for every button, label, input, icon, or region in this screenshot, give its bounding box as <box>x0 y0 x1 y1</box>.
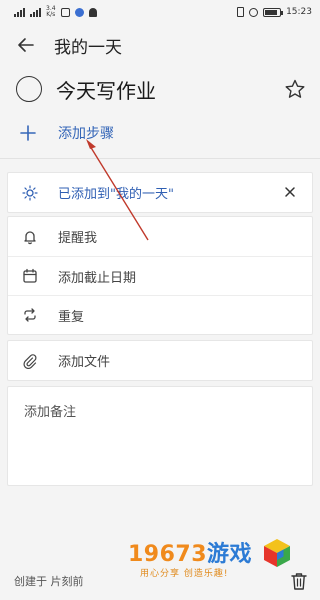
bottom-bar: 创建于 片刻前 <box>0 562 320 600</box>
complete-task-checkbox[interactable] <box>16 76 42 102</box>
repeat-row[interactable]: 重复 <box>8 295 312 334</box>
chat-notification-icon <box>88 7 97 17</box>
status-bar-right: 15:23 <box>237 7 312 17</box>
battery-icon <box>263 7 284 17</box>
remind-me-row[interactable]: 提醒我 <box>8 217 312 256</box>
due-date-label: 添加截止日期 <box>58 270 137 286</box>
browser-notification-icon <box>74 7 84 17</box>
network-speed-unit: K/s <box>46 11 56 18</box>
repeat-label: 重复 <box>58 309 85 325</box>
status-bar: 3.4 K/s 15:23 <box>0 0 320 24</box>
task-title[interactable]: 今天写作业 <box>56 75 156 104</box>
add-step-label: 添加步骤 <box>58 126 114 142</box>
remind-me-label: 提醒我 <box>58 231 98 246</box>
alarm-icon <box>249 7 259 17</box>
add-file-row[interactable]: 添加文件 <box>8 341 312 380</box>
add-file-label: 添加文件 <box>58 355 111 370</box>
sun-icon <box>22 184 38 201</box>
note-placeholder: 添加备注 <box>24 405 77 420</box>
back-button[interactable] <box>14 33 38 57</box>
signal-icon <box>14 7 25 17</box>
page-title: 我的一天 <box>54 37 122 58</box>
task-detail-screen: 3.4 K/s 15:23 我的一天 今天写作业 添加步骤 已添加到"我的一天"… <box>0 0 320 600</box>
plus-icon <box>20 125 36 141</box>
note-field[interactable]: 添加备注 <box>7 386 313 486</box>
network-speed: 3.4 K/s <box>46 6 56 18</box>
added-to-my-day-row[interactable]: 已添加到"我的一天" <box>8 173 312 212</box>
vibrate-icon <box>237 7 245 17</box>
my-day-card: 已添加到"我的一天" <box>7 172 313 213</box>
app-notification-icon <box>60 7 70 17</box>
signal-icon-2 <box>30 7 41 17</box>
app-header: 我的一天 <box>0 28 320 62</box>
divider <box>0 158 320 159</box>
file-card: 添加文件 <box>7 340 313 381</box>
schedule-card: 提醒我 添加截止日期 重复 <box>7 216 313 335</box>
close-icon[interactable] <box>282 184 298 200</box>
calendar-icon <box>23 268 37 283</box>
status-bar-left: 3.4 K/s <box>14 6 97 18</box>
trash-icon[interactable] <box>290 571 308 591</box>
status-time: 15:23 <box>286 7 312 17</box>
arrow-left-icon <box>18 38 34 52</box>
task-title-row: 今天写作业 <box>0 70 320 108</box>
add-step-button[interactable]: 添加步骤 <box>0 118 320 148</box>
my-day-label: 已添加到"我的一天" <box>58 187 174 202</box>
repeat-icon <box>24 308 36 322</box>
paperclip-icon <box>23 353 37 369</box>
created-timestamp: 创建于 片刻前 <box>14 575 84 588</box>
bell-icon <box>24 230 36 244</box>
due-date-row[interactable]: 添加截止日期 <box>8 256 312 295</box>
star-icon[interactable] <box>284 78 306 100</box>
